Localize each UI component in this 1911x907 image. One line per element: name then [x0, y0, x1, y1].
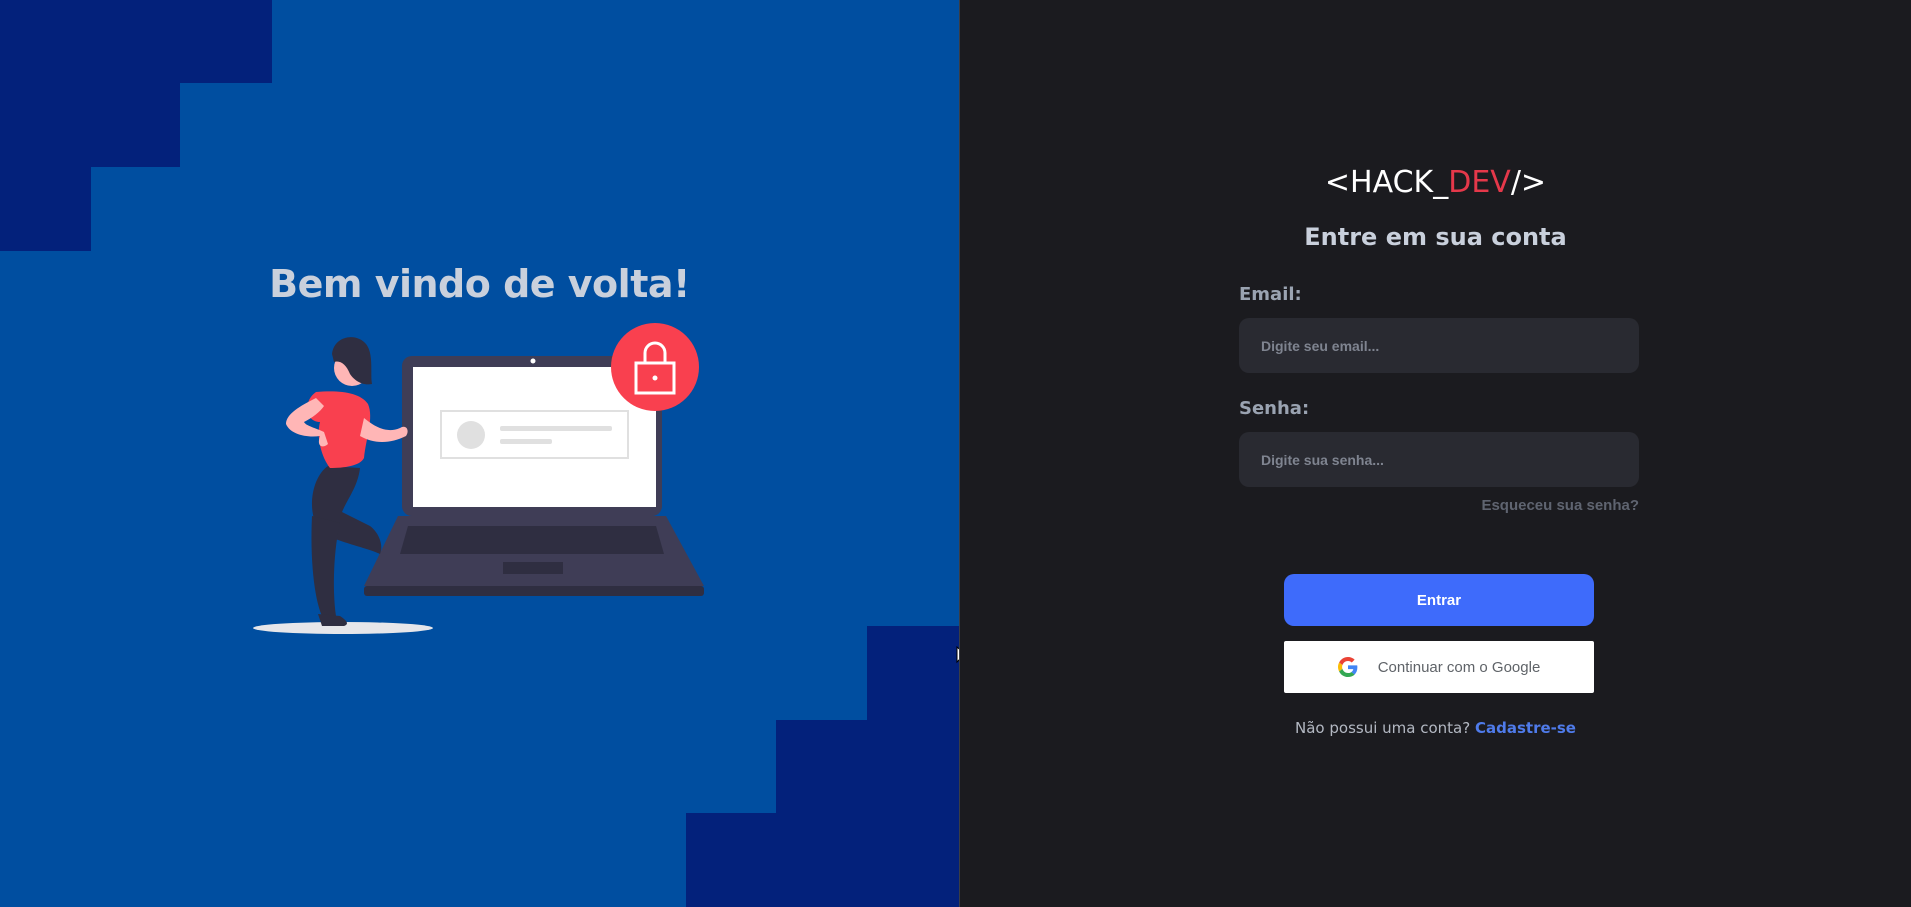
- login-illustration: [253, 323, 704, 634]
- decor-step: [0, 0, 272, 83]
- logo-suffix: />: [1510, 165, 1547, 200]
- forgot-password-link[interactable]: Esqueceu sua senha?: [1239, 497, 1639, 514]
- logo-prefix: <HACK_: [1324, 165, 1449, 200]
- mouse-cursor-icon: [956, 646, 959, 664]
- form-title: Entre em sua conta: [1304, 223, 1567, 251]
- padlock-icon: [611, 323, 699, 411]
- logo: <HACK_DEV/>: [960, 165, 1911, 200]
- login-button[interactable]: Entrar: [1284, 574, 1594, 626]
- signup-prompt: Não possui uma conta? Cadastre-se: [960, 719, 1911, 737]
- welcome-panel: Bem vindo de volta!: [0, 0, 959, 907]
- email-field[interactable]: [1239, 318, 1639, 373]
- signup-link[interactable]: Cadastre-se: [1475, 719, 1576, 737]
- logo-accent: DEV: [1448, 165, 1511, 200]
- password-label: Senha:: [1239, 398, 1310, 419]
- password-field[interactable]: [1239, 432, 1639, 487]
- decor-step: [0, 83, 180, 167]
- email-label: Email:: [1239, 284, 1302, 305]
- decor-step: [867, 626, 959, 720]
- google-icon: [1337, 657, 1358, 677]
- decor-step: [776, 720, 959, 813]
- welcome-title: Bem vindo de volta!: [269, 262, 690, 306]
- google-button-label: Continuar com o Google: [1377, 658, 1541, 676]
- google-login-button[interactable]: Continuar com o Google: [1284, 641, 1594, 693]
- login-panel: <HACK_DEV/> Entre em sua conta Email: Se…: [960, 0, 1911, 907]
- signup-prompt-text: Não possui uma conta?: [1295, 719, 1471, 737]
- decor-step: [686, 813, 959, 907]
- decor-step: [0, 167, 91, 251]
